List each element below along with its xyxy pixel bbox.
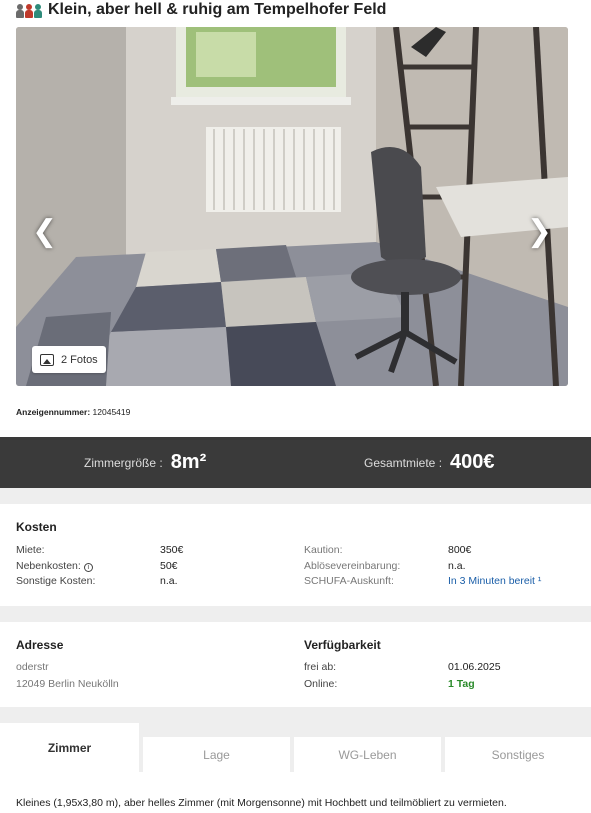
room-size: Zimmergröße : 8m² (84, 437, 206, 488)
address-availability-section: Adresse oderstr 12049 Berlin Neukölln Ve… (0, 622, 591, 707)
utilities-label-text: Nebenkosten: (16, 560, 81, 572)
tab-zimmer[interactable]: Zimmer (0, 723, 139, 772)
ad-number-label: Anzeigennummer: (16, 407, 91, 417)
availability-title: Verfügbarkeit (304, 638, 381, 652)
ad-number: Anzeigennummer: 12045419 (16, 407, 130, 417)
online-value: 1 Tag (448, 678, 475, 690)
utilities-value: 50€ (160, 560, 178, 572)
tab-wg-leben[interactable]: WG-Leben (294, 737, 441, 772)
tab-lage[interactable]: Lage (143, 737, 290, 772)
other-costs-value: n.a. (160, 575, 178, 587)
room-size-label: Zimmergröße : (84, 455, 163, 470)
costs-title: Kosten (16, 520, 57, 534)
free-from-value: 01.06.2025 (448, 661, 501, 673)
online-label: Online: (304, 678, 338, 690)
section-divider (0, 488, 591, 504)
section-divider (0, 606, 591, 622)
deposit-label: Kaution: (304, 544, 343, 556)
address-city: 12049 Berlin Neukölln (16, 678, 119, 690)
other-costs-label: Sonstige Kosten: (16, 575, 96, 587)
room-size-value: 8m² (170, 451, 207, 473)
free-from-label: frei ab: (304, 661, 337, 673)
room-photo (16, 27, 568, 386)
rent-value: 350€ (160, 544, 184, 556)
transfer-agreement-label: Ablösevereinbarung: (304, 560, 401, 572)
flatmates-icon (16, 2, 42, 18)
photo-count-button[interactable]: 2 Fotos (32, 346, 106, 373)
address-title: Adresse (16, 638, 64, 652)
costs-section: Kosten Miete: 350€ Nebenkosten: i 50€ Son… (0, 504, 591, 606)
total-rent: Gesamtmiete : 400€ (364, 437, 495, 488)
photo-gallery[interactable]: ❮ ❯ 2 Fotos (16, 27, 568, 386)
utilities-label: Nebenkosten: i (16, 560, 93, 572)
schufa-link[interactable]: In 3 Minuten bereit ¹ (448, 575, 541, 587)
key-facts-bar: Zimmergröße : 8m² Gesamtmiete : 400€ (0, 437, 591, 488)
ad-number-value: 12045419 (92, 407, 131, 417)
previous-photo-button[interactable]: ❮ (32, 217, 57, 247)
photo-count-label: 2 Fotos (61, 353, 98, 366)
address-street: oderstr (16, 661, 49, 673)
deposit-value: 800€ (448, 544, 472, 556)
room-description: Kleines (1,95x3,80 m), aber helles Zimme… (16, 797, 507, 809)
detail-tabs: Zimmer Lage WG-Leben Sonstiges (0, 707, 591, 772)
listing-header: Klein, aber hell & ruhig am Tempelhofer … (16, 0, 386, 20)
schufa-label: SCHUFA-Auskunft: (304, 575, 394, 587)
transfer-agreement-value: n.a. (448, 560, 466, 572)
images-icon (40, 353, 54, 366)
total-rent-label: Gesamtmiete : (364, 455, 443, 470)
tab-sonstiges[interactable]: Sonstiges (445, 737, 591, 772)
total-rent-value: 400€ (450, 451, 495, 473)
info-icon[interactable]: i (83, 563, 93, 572)
rent-label: Miete: (16, 544, 45, 556)
next-photo-button[interactable]: ❯ (527, 217, 552, 247)
listing-title: Klein, aber hell & ruhig am Tempelhofer … (48, 1, 387, 18)
